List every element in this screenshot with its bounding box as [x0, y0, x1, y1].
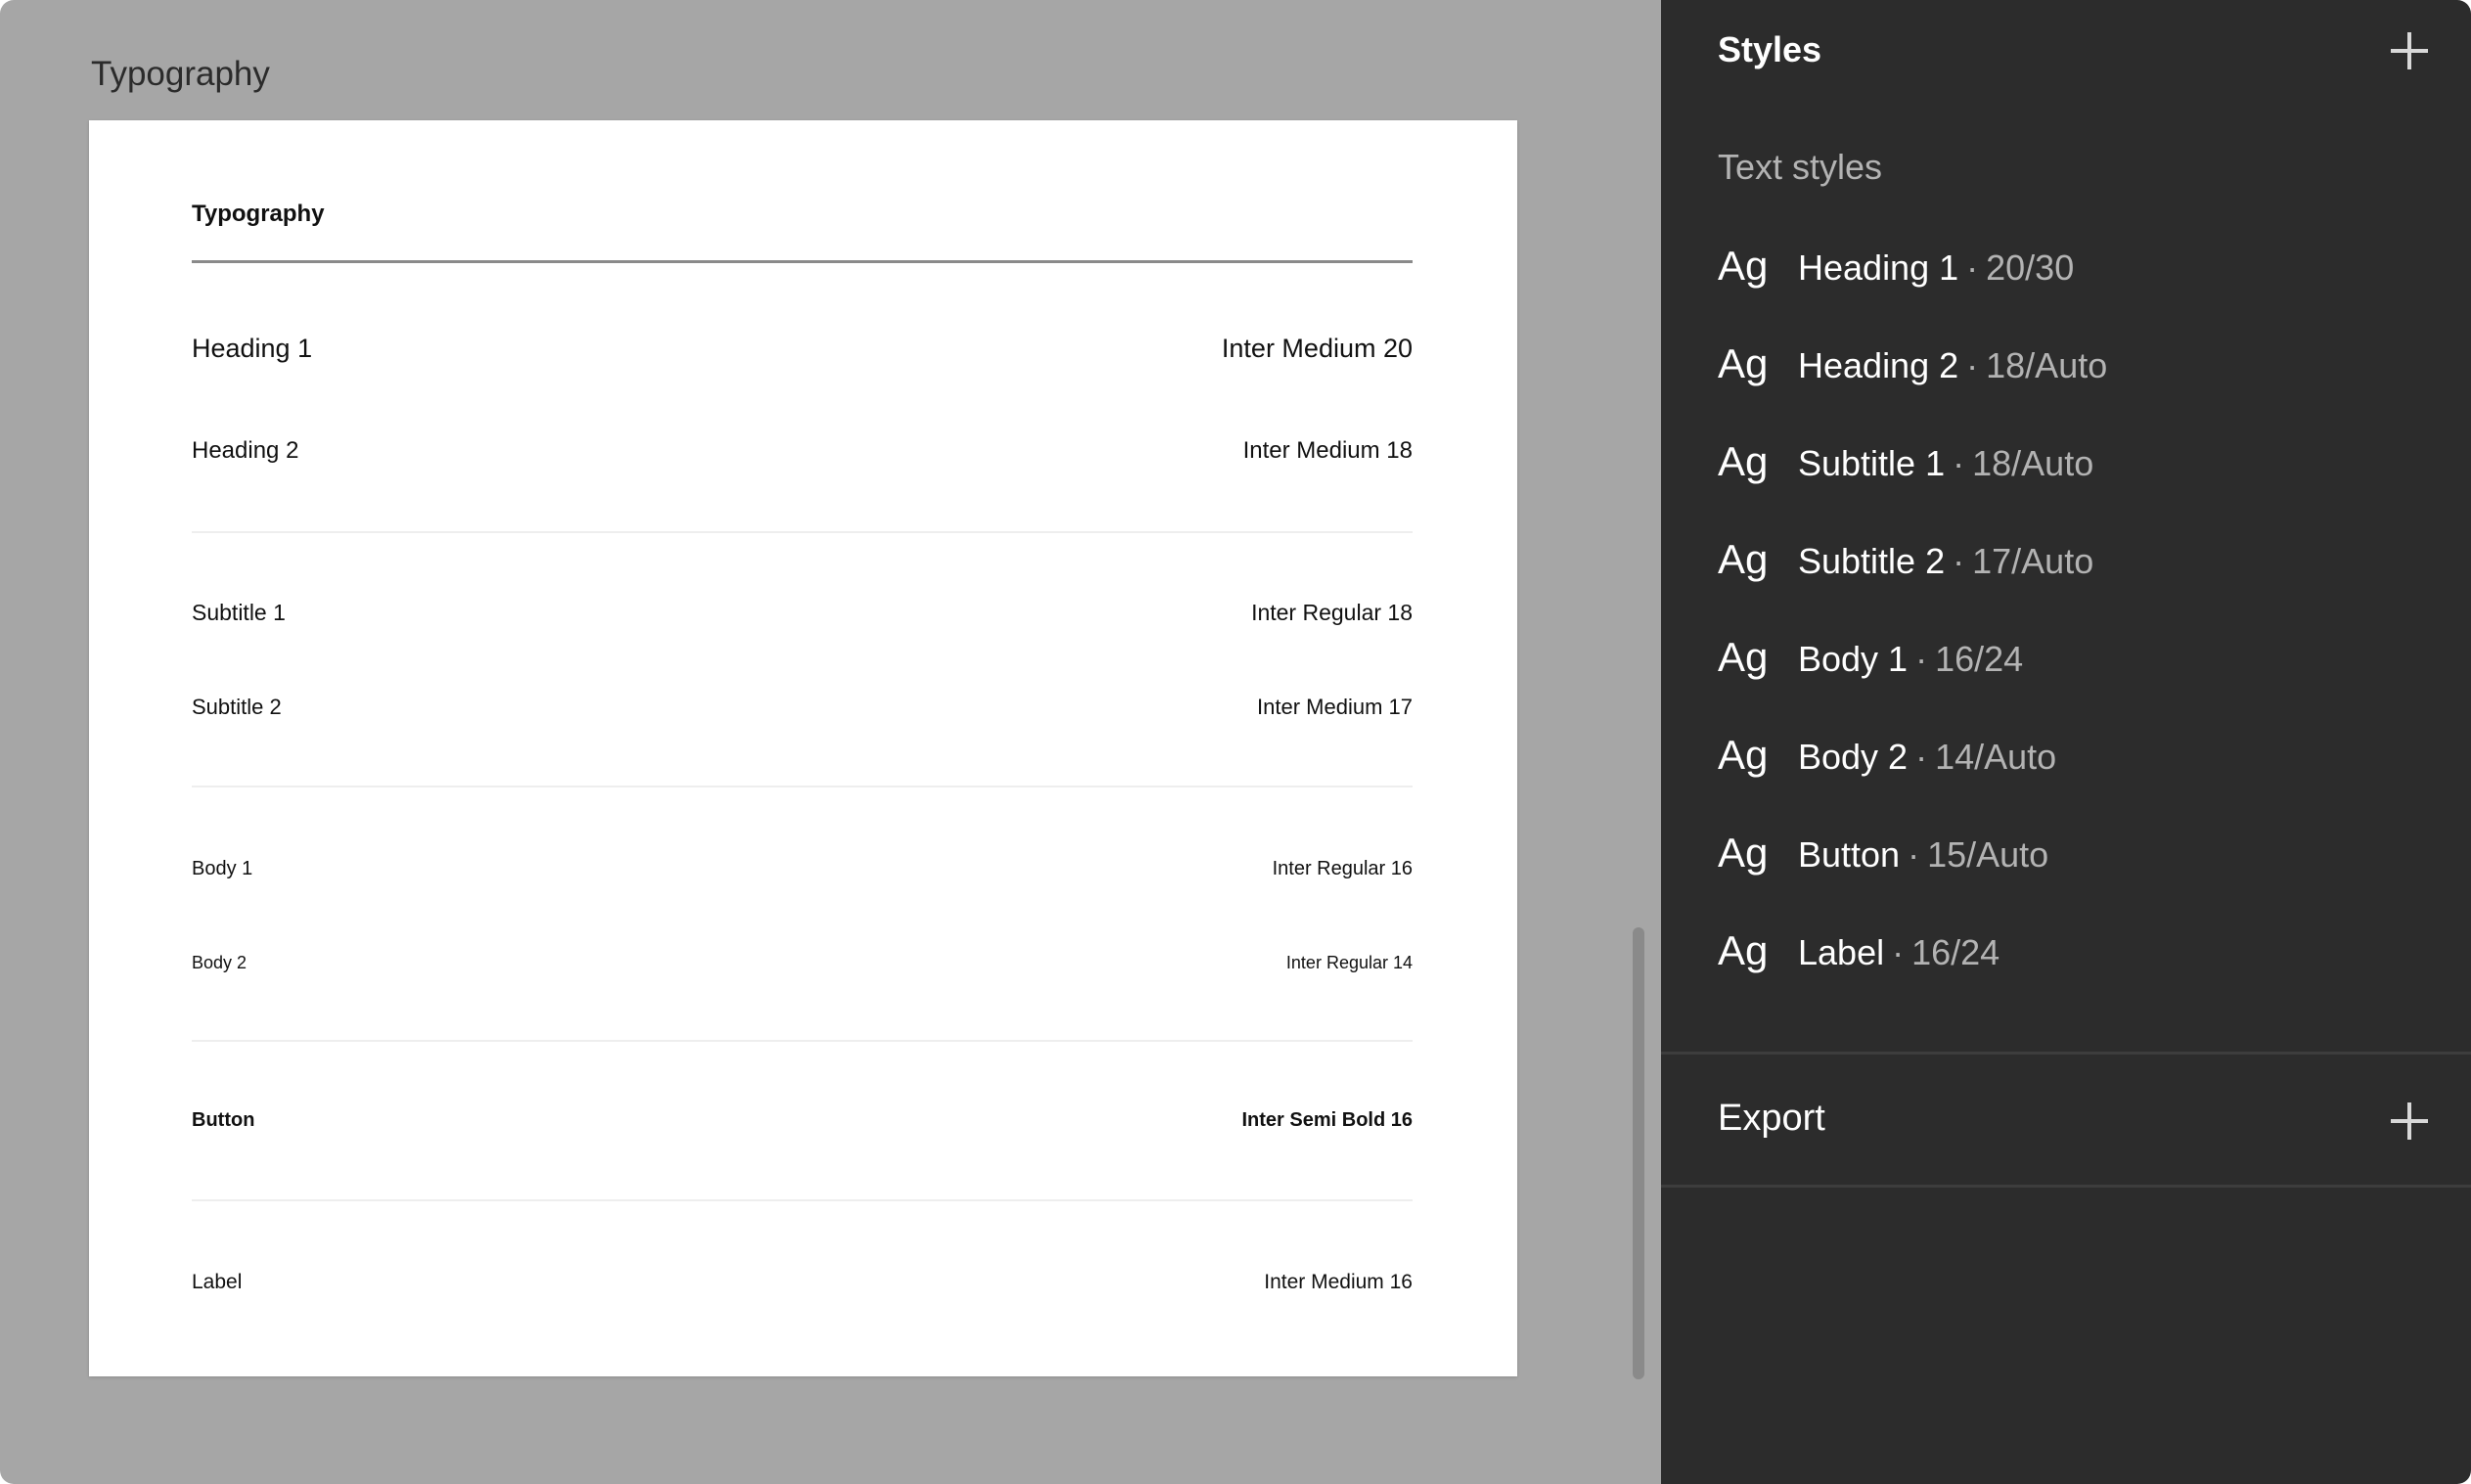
text-style-ag-icon: Ag — [1718, 927, 1769, 973]
app-window: Typography Typography Heading 1 Inter Me… — [0, 0, 2471, 1484]
row-name-body-2: Body 2 — [192, 953, 247, 972]
frame-label[interactable]: Typography — [91, 55, 270, 94]
text-style-name: Body 1 — [1798, 639, 1909, 679]
row-font-heading-1: Inter Medium 20 — [1221, 334, 1413, 363]
row-name-label: Label — [192, 1271, 243, 1293]
text-style-ag-icon: Ag — [1718, 340, 1769, 386]
text-style-ag-icon: Ag — [1718, 536, 1769, 582]
text-style-name: Subtitle 1 — [1798, 443, 1946, 483]
text-style-separator: · — [1953, 541, 1965, 581]
text-style-item[interactable]: Ag Body 1 · 16/24 — [1718, 634, 2023, 693]
styles-panel: Styles Text styles Ag Heading 1 · 20/30 … — [1661, 0, 2471, 1484]
text-style-meta: 17/Auto — [1972, 541, 2094, 581]
text-style-separator: · — [1892, 932, 1905, 972]
row-font-body-1: Inter Regular 16 — [1272, 858, 1413, 879]
title-divider — [192, 260, 1413, 263]
row-name-subtitle-2: Subtitle 2 — [192, 695, 282, 719]
text-style-meta: 20/30 — [1986, 247, 2075, 288]
section-divider — [1661, 1185, 2471, 1188]
row-font-label: Inter Medium 16 — [1264, 1271, 1413, 1293]
export-title: Export — [1718, 1098, 1825, 1139]
text-style-separator: · — [1966, 345, 1979, 385]
text-style-separator: · — [1908, 834, 1920, 875]
group-divider — [192, 1040, 1413, 1042]
text-style-meta: 16/24 — [1911, 932, 2000, 972]
text-style-meta: 14/Auto — [1935, 737, 2057, 777]
group-divider — [192, 1199, 1413, 1201]
row-font-subtitle-1: Inter Regular 18 — [1251, 600, 1413, 625]
row-font-subtitle-2: Inter Medium 17 — [1257, 695, 1413, 719]
text-style-ag-icon: Ag — [1718, 634, 1769, 680]
text-style-item[interactable]: Ag Subtitle 2 · 17/Auto — [1718, 536, 2093, 595]
text-style-ag-icon: Ag — [1718, 243, 1769, 289]
row-name-button: Button — [192, 1109, 255, 1131]
text-style-meta: 18/Auto — [1972, 443, 2094, 483]
text-style-item[interactable]: Ag Heading 1 · 20/30 — [1718, 243, 2074, 301]
row-name-heading-1: Heading 1 — [192, 334, 313, 363]
group-divider — [192, 786, 1413, 787]
text-style-item[interactable]: Ag Heading 2 · 18/Auto — [1718, 340, 2107, 399]
text-style-item[interactable]: Ag Subtitle 1 · 18/Auto — [1718, 438, 2093, 497]
canvas[interactable]: Typography Typography Heading 1 Inter Me… — [0, 0, 1661, 1484]
row-name-heading-2: Heading 2 — [192, 437, 299, 464]
text-style-name: Heading 1 — [1798, 247, 1959, 288]
text-style-item[interactable]: Ag Body 2 · 14/Auto — [1718, 732, 2056, 790]
section-divider — [1661, 1052, 2471, 1055]
text-style-name: Label — [1798, 932, 1885, 972]
text-style-separator: · — [1915, 639, 1928, 679]
frame-title: Typography — [192, 201, 325, 227]
text-style-separator: · — [1966, 247, 1979, 288]
row-font-button: Inter Semi Bold 16 — [1241, 1109, 1414, 1131]
text-style-name: Body 2 — [1798, 737, 1909, 777]
text-style-ag-icon: Ag — [1718, 438, 1769, 484]
text-style-ag-icon: Ag — [1718, 732, 1769, 778]
text-styles-title: Text styles — [1718, 147, 1883, 187]
text-style-separator: · — [1953, 443, 1965, 483]
text-style-meta: 18/Auto — [1986, 345, 2108, 385]
panel-header: Styles — [1718, 29, 1822, 69]
row-font-heading-2: Inter Medium 18 — [1242, 437, 1413, 464]
text-style-item[interactable]: Ag Label · 16/24 — [1718, 927, 1999, 986]
text-style-ag-icon: Ag — [1718, 830, 1769, 876]
text-style-name: Subtitle 2 — [1798, 541, 1946, 581]
group-divider — [192, 531, 1413, 533]
text-style-meta: 16/24 — [1935, 639, 2024, 679]
row-font-body-2: Inter Regular 14 — [1285, 953, 1413, 972]
text-style-separator: · — [1915, 737, 1928, 777]
text-style-meta: 15/Auto — [1927, 834, 2049, 875]
text-style-item[interactable]: Ag Button · 15/Auto — [1718, 830, 2048, 888]
canvas-scrollbar[interactable] — [1633, 927, 1644, 1379]
text-style-name: Heading 2 — [1798, 345, 1959, 385]
row-name-body-1: Body 1 — [192, 858, 253, 879]
add-export-plus-icon[interactable] — [2387, 1099, 2432, 1144]
text-style-name: Button — [1798, 834, 1901, 875]
row-name-subtitle-1: Subtitle 1 — [192, 600, 286, 625]
typography-frame[interactable]: Typography Heading 1 Inter Medium 20 Hea… — [89, 120, 1517, 1376]
add-style-plus-icon[interactable] — [2387, 28, 2432, 73]
